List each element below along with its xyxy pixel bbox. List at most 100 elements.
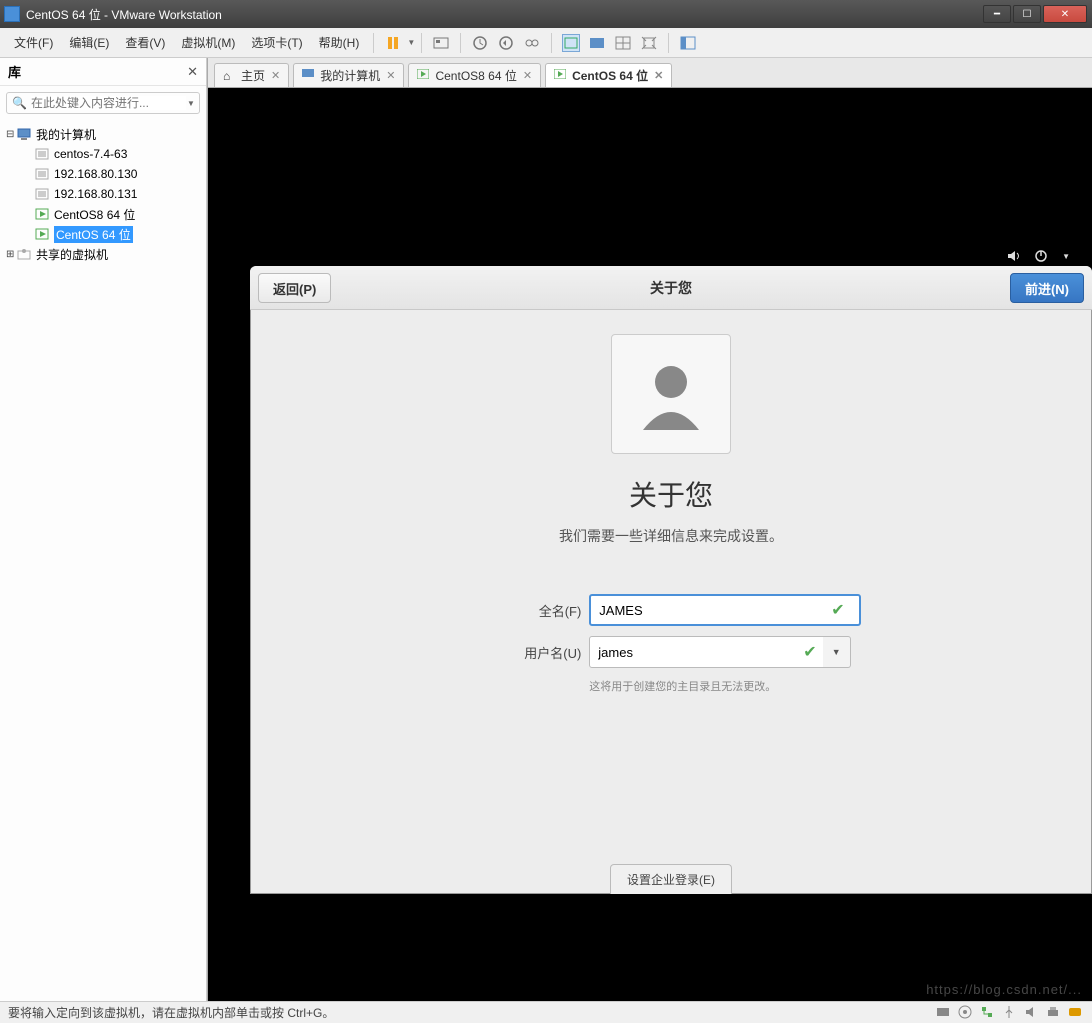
menu-help[interactable]: 帮助(H) bbox=[311, 30, 368, 55]
menubar: 文件(F) 编辑(E) 查看(V) 虚拟机(M) 选项卡(T) 帮助(H) ▼ bbox=[0, 28, 1092, 58]
vm-on-icon bbox=[417, 69, 431, 83]
tree-item[interactable]: 192.168.80.130 bbox=[2, 164, 204, 184]
network-icon[interactable] bbox=[980, 1005, 996, 1021]
vm-off-icon bbox=[34, 187, 50, 201]
tab-mycomputer[interactable]: 我的计算机 ✕ bbox=[293, 63, 404, 87]
sidebar-search-input[interactable] bbox=[31, 96, 186, 110]
menu-file[interactable]: 文件(F) bbox=[6, 30, 61, 55]
computer-icon bbox=[302, 69, 316, 83]
statusbar-text: 要将输入定向到该虚拟机，请在虚拟机内部单击或按 Ctrl+G。 bbox=[8, 1004, 334, 1021]
main-area: ⌂ 主页 ✕ 我的计算机 ✕ CentOS8 64 位 ✕ CentOS 64 … bbox=[207, 58, 1092, 1001]
vm-off-icon bbox=[34, 167, 50, 181]
fullname-input[interactable] bbox=[589, 594, 861, 626]
tab-centos-active[interactable]: CentOS 64 位 ✕ bbox=[545, 63, 672, 87]
search-dropdown-icon[interactable]: ▼ bbox=[187, 99, 195, 108]
gnome-system-menu[interactable]: ▼ bbox=[1005, 248, 1070, 264]
vm-on-icon bbox=[34, 227, 50, 241]
menu-view[interactable]: 查看(V) bbox=[117, 30, 173, 55]
unity-icon[interactable] bbox=[614, 34, 632, 52]
menu-edit[interactable]: 编辑(E) bbox=[61, 30, 117, 55]
search-icon: 🔍 bbox=[12, 96, 27, 110]
volume-icon[interactable] bbox=[1005, 248, 1021, 264]
enterprise-login-button[interactable]: 设置企业登录(E) bbox=[610, 864, 732, 894]
sidebar-search[interactable]: 🔍 ▼ bbox=[6, 92, 200, 114]
snapshot-manager-icon[interactable] bbox=[523, 34, 541, 52]
watermark: https://blog.csdn.net/... bbox=[926, 982, 1082, 997]
username-label: 用户名(U) bbox=[491, 643, 581, 662]
tree-collapse-icon[interactable]: ⊟ bbox=[6, 129, 16, 140]
library-tree: ⊟ 我的计算机 centos-7.4-63 192.168.80.130 192… bbox=[0, 120, 206, 268]
menu-tabs[interactable]: 选项卡(T) bbox=[243, 30, 310, 55]
vm-off-icon bbox=[34, 147, 50, 161]
power-icon[interactable] bbox=[1033, 248, 1049, 264]
statusbar-tray bbox=[936, 1005, 1084, 1021]
gnome-body: 关于您 我们需要一些详细信息来完成设置。 全名(F) ✔ 用户名(U) bbox=[250, 310, 1092, 894]
tree-item[interactable]: centos-7.4-63 bbox=[2, 144, 204, 164]
tree-root-mycomputer[interactable]: ⊟ 我的计算机 bbox=[2, 124, 204, 144]
tree-expand-icon[interactable]: ⊞ bbox=[6, 249, 16, 260]
printer-icon[interactable] bbox=[1046, 1005, 1062, 1021]
statusbar: 要将输入定向到该虚拟机，请在虚拟机内部单击或按 Ctrl+G。 bbox=[0, 1001, 1092, 1023]
send-ctrl-alt-del-icon[interactable] bbox=[432, 34, 450, 52]
power-dropdown-icon[interactable]: ▼ bbox=[407, 38, 415, 47]
check-icon: ✔ bbox=[831, 600, 844, 620]
tree-shared[interactable]: ⊞ 共享的虚拟机 bbox=[2, 244, 204, 264]
usb-icon[interactable] bbox=[1002, 1005, 1018, 1021]
username-dropdown-button[interactable]: ▼ bbox=[823, 636, 851, 668]
user-icon bbox=[631, 354, 711, 434]
tab-close-icon[interactable]: ✕ bbox=[271, 69, 280, 82]
window-title: CentOS 64 位 - VMware Workstation bbox=[26, 6, 222, 23]
tree-item-selected[interactable]: CentOS 64 位 bbox=[2, 224, 204, 244]
avatar-placeholder[interactable] bbox=[611, 334, 731, 454]
tree-shared-label: 共享的虚拟机 bbox=[36, 246, 108, 263]
sidebar-title: 库 bbox=[8, 62, 187, 81]
window-maximize-button[interactable]: ☐ bbox=[1013, 5, 1041, 23]
user-form: 全名(F) ✔ 用户名(U) ✔ ▼ bbox=[491, 594, 850, 694]
chevron-down-icon: ▼ bbox=[832, 647, 841, 657]
stretch-icon[interactable] bbox=[640, 34, 658, 52]
disk-icon[interactable] bbox=[936, 1005, 952, 1021]
app-icon bbox=[4, 6, 20, 22]
tab-close-icon[interactable]: ✕ bbox=[523, 69, 532, 82]
tree-item[interactable]: 192.168.80.131 bbox=[2, 184, 204, 204]
window-titlebar: CentOS 64 位 - VMware Workstation ━ ☐ ✕ bbox=[0, 0, 1092, 28]
computer-icon bbox=[16, 127, 32, 141]
snapshot-revert-icon[interactable] bbox=[497, 34, 515, 52]
tree-root-label: 我的计算机 bbox=[36, 126, 96, 143]
about-you-subtitle: 我们需要一些详细信息来完成设置。 bbox=[559, 526, 783, 546]
window-close-button[interactable]: ✕ bbox=[1043, 5, 1087, 23]
forward-button[interactable]: 前进(N) bbox=[1010, 273, 1084, 303]
vm-on-icon bbox=[554, 69, 568, 83]
vm-tabs: ⌂ 主页 ✕ 我的计算机 ✕ CentOS8 64 位 ✕ CentOS 64 … bbox=[208, 58, 1092, 88]
vm-console[interactable]: ▼ 返回(P) 关于您 前进(N) 关于您 我们需要一些详细信息来完成设置。 bbox=[208, 88, 1092, 1001]
window-minimize-button[interactable]: ━ bbox=[983, 5, 1011, 23]
tab-close-icon[interactable]: ✕ bbox=[654, 69, 663, 82]
sound-icon[interactable] bbox=[1024, 1005, 1040, 1021]
cd-icon[interactable] bbox=[958, 1005, 974, 1021]
menu-vm[interactable]: 虚拟机(M) bbox=[173, 30, 243, 55]
tab-close-icon[interactable]: ✕ bbox=[386, 69, 395, 82]
sidebar-close-icon[interactable]: ✕ bbox=[187, 64, 198, 80]
fullname-label: 全名(F) bbox=[491, 601, 581, 620]
shared-icon bbox=[16, 247, 32, 261]
fullscreen-icon[interactable] bbox=[588, 34, 606, 52]
library-sidebar: 库 ✕ 🔍 ▼ ⊟ 我的计算机 centos-7.4-63 192.168.80… bbox=[0, 58, 207, 1001]
pause-icon[interactable] bbox=[384, 34, 402, 52]
check-icon: ✔ bbox=[803, 642, 816, 662]
tab-centos8[interactable]: CentOS8 64 位 ✕ bbox=[408, 63, 541, 87]
gnome-setup-window: 返回(P) 关于您 前进(N) 关于您 我们需要一些详细信息来完成设置。 全名(… bbox=[250, 266, 1092, 894]
tab-home[interactable]: ⌂ 主页 ✕ bbox=[214, 63, 289, 87]
home-icon: ⌂ bbox=[223, 69, 237, 83]
username-input[interactable] bbox=[589, 636, 833, 668]
about-you-title: 关于您 bbox=[629, 474, 713, 514]
tree-item[interactable]: CentOS8 64 位 bbox=[2, 204, 204, 224]
snapshot-icon[interactable] bbox=[471, 34, 489, 52]
vm-on-icon bbox=[34, 207, 50, 221]
gnome-header: 返回(P) 关于您 前进(N) bbox=[250, 266, 1092, 310]
back-button[interactable]: 返回(P) bbox=[258, 273, 331, 303]
fit-guest-icon[interactable] bbox=[562, 34, 580, 52]
chevron-down-icon[interactable]: ▼ bbox=[1062, 252, 1070, 261]
library-toggle-icon[interactable] bbox=[679, 34, 697, 52]
gnome-header-title: 关于您 bbox=[650, 278, 692, 298]
message-icon[interactable] bbox=[1068, 1005, 1084, 1021]
